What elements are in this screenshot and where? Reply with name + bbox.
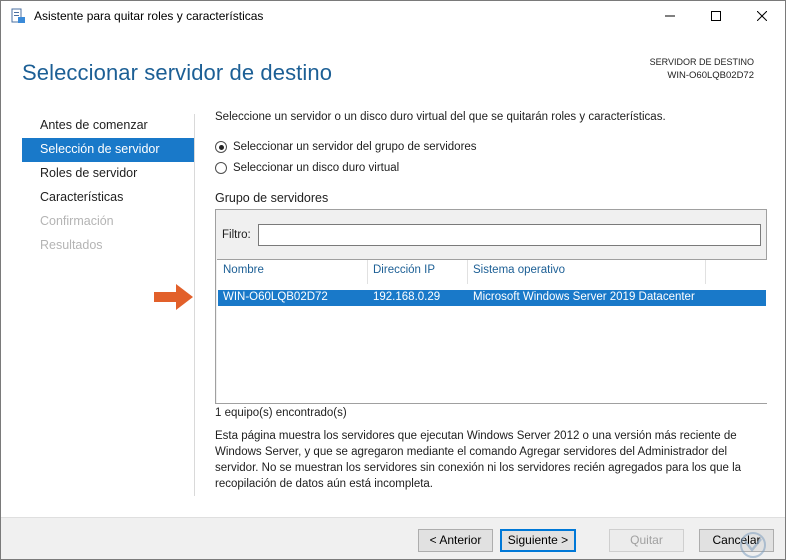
- column-separator[interactable]: [367, 260, 368, 284]
- column-header-nombre[interactable]: Nombre: [223, 264, 264, 276]
- watermark-logo-icon: [735, 531, 779, 559]
- description-text: Esta página muestra los servidores que e…: [215, 430, 742, 490]
- page-title: Seleccionar servidor de destino: [22, 60, 333, 85]
- nav-item-caracteristicas[interactable]: Características: [22, 186, 194, 210]
- cell-server-name: WIN-O60LQB02D72: [223, 291, 328, 303]
- column-separator[interactable]: [467, 260, 468, 284]
- cell-operating-system: Microsoft Windows Server 2019 Datacenter: [473, 291, 695, 303]
- server-pool-panel: Filtro: Nombre Dirección IP Sistema oper…: [215, 209, 767, 404]
- nav-item-seleccion-de-servidor[interactable]: Selección de servidor: [22, 138, 194, 162]
- cell-ip-address: 192.168.0.29: [373, 291, 441, 303]
- column-header-sistema-operativo[interactable]: Sistema operativo: [473, 264, 565, 276]
- title-bar: Asistente para quitar roles y caracterís…: [1, 1, 785, 32]
- wizard-steps-nav: Antes de comenzar Selección de servidor …: [22, 114, 194, 258]
- wizard-window: Asistente para quitar roles y caracterís…: [0, 0, 786, 560]
- filter-input[interactable]: [258, 224, 761, 246]
- maximize-button[interactable]: [693, 1, 739, 32]
- destination-server-label: SERVIDOR DE DESTINO: [649, 57, 754, 67]
- intro-text: Seleccione un servidor o un disco duro v…: [215, 111, 666, 123]
- nav-item-confirmacion: Confirmación: [40, 214, 114, 228]
- filter-label: Filtro:: [222, 229, 251, 241]
- radio-vhd-label: Seleccionar un disco duro virtual: [233, 162, 400, 174]
- radio-server-pool-option[interactable]: Seleccionar un servidor del grupo de ser…: [215, 141, 477, 153]
- radio-server-pool[interactable]: [215, 141, 227, 153]
- remove-button: Quitar: [609, 529, 684, 552]
- radio-vhd-option[interactable]: Seleccionar un disco duro virtual: [215, 162, 399, 174]
- maximize-icon: [711, 10, 721, 24]
- server-pool-heading: Grupo de servidores: [215, 191, 329, 205]
- minimize-icon: [665, 10, 675, 24]
- nav-item-resultados: Resultados: [40, 238, 103, 252]
- arrow-right-icon: [154, 283, 194, 311]
- servers-table: Nombre Dirección IP Sistema operativo WI…: [217, 259, 767, 403]
- table-header: Nombre Dirección IP Sistema operativo: [217, 260, 767, 284]
- table-row[interactable]: WIN-O60LQB02D72 192.168.0.29 Microsoft W…: [218, 290, 766, 306]
- wizard-header: Seleccionar servidor de destino SERVIDOR…: [1, 32, 785, 102]
- close-icon: [756, 10, 768, 24]
- column-separator[interactable]: [705, 260, 706, 284]
- nav-item-antes-de-comenzar[interactable]: Antes de comenzar: [22, 114, 194, 138]
- servers-found-count: 1 equipo(s) encontrado(s): [215, 407, 347, 419]
- nav-item-roles-de-servidor[interactable]: Roles de servidor: [22, 162, 194, 186]
- column-header-direccion-ip[interactable]: Dirección IP: [373, 264, 435, 276]
- window-title: Asistente para quitar roles y caracterís…: [34, 9, 264, 23]
- radio-server-pool-label: Seleccionar un servidor del grupo de ser…: [233, 141, 477, 153]
- wizard-footer: < Anterior Siguiente > Quitar Cancelar: [1, 517, 785, 559]
- next-button[interactable]: Siguiente >: [500, 529, 576, 552]
- minimize-button[interactable]: [647, 1, 693, 32]
- close-button[interactable]: [739, 1, 785, 32]
- back-button[interactable]: < Anterior: [418, 529, 493, 552]
- wizard-app-icon: [10, 8, 26, 24]
- destination-server-value: WIN-O60LQB02D72: [667, 70, 754, 81]
- radio-vhd[interactable]: [215, 162, 227, 174]
- nav-divider: [194, 114, 195, 496]
